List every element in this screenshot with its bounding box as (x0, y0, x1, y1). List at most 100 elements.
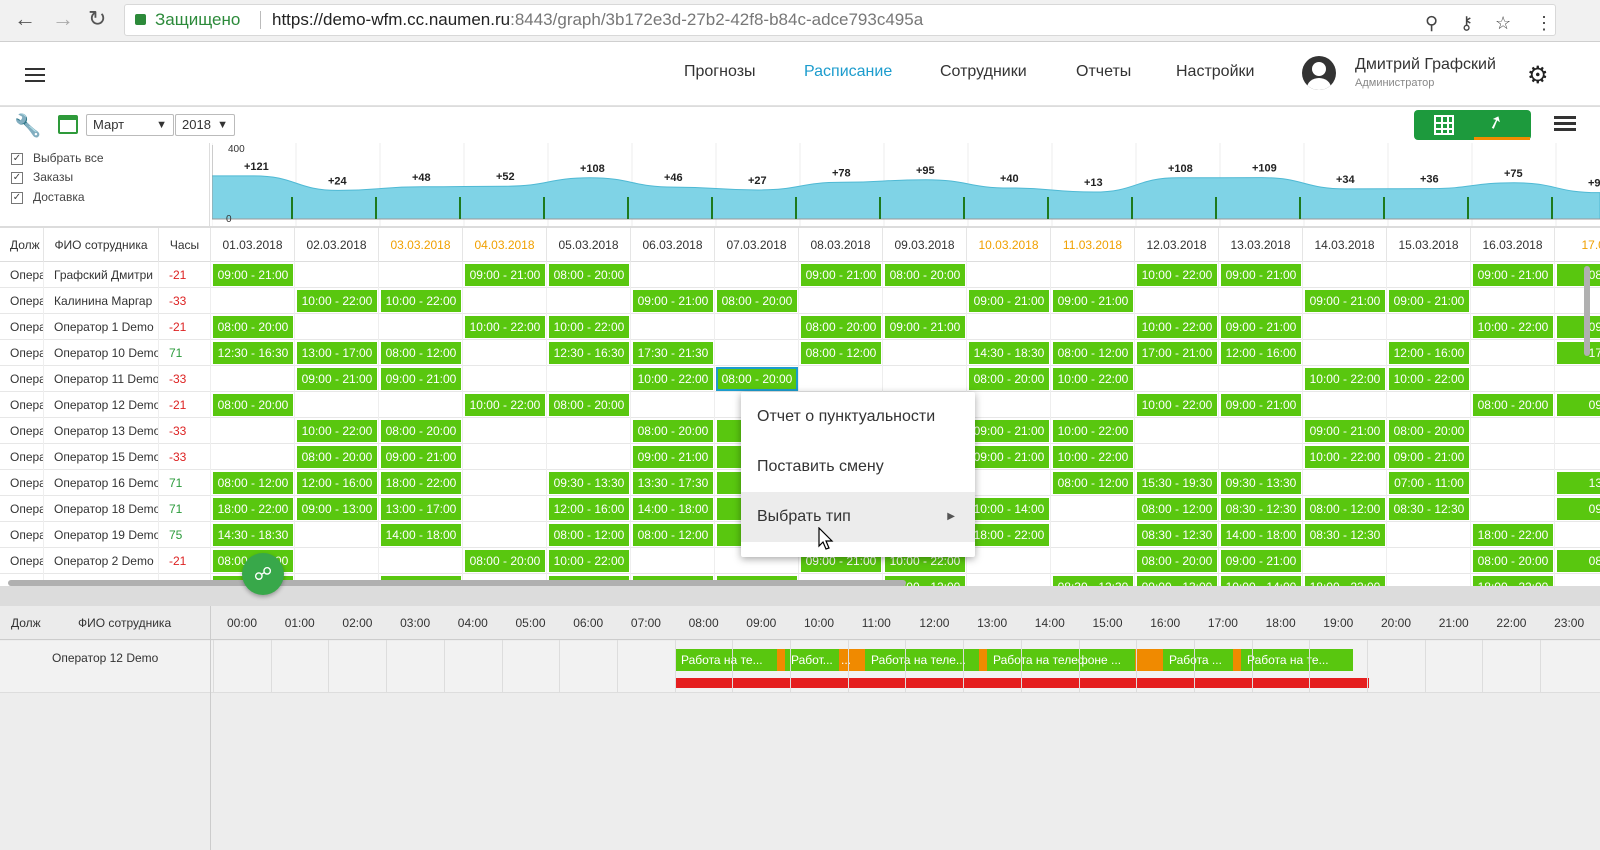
more-icon[interactable]: ⋮ (1535, 8, 1553, 38)
shift-block[interactable]: 08:00 - 12:00 (549, 524, 629, 546)
day-cell[interactable] (1387, 314, 1471, 340)
forward-icon[interactable]: → (52, 8, 74, 30)
day-cell[interactable] (631, 314, 715, 340)
shift-block[interactable]: 08:00 - 20:00 (716, 367, 798, 391)
day-cell[interactable] (967, 392, 1051, 418)
shift-block[interactable]: 08:00 - 20:00 (381, 420, 461, 442)
shift-block[interactable]: 08:00 - 20:00 (1473, 394, 1553, 416)
menu-icon[interactable] (1554, 116, 1576, 134)
shift-block[interactable]: 09:00 - 21:00 (1305, 420, 1385, 442)
day-cell[interactable] (1051, 548, 1135, 574)
shift-block[interactable]: 08:00 - 20:00 (1389, 420, 1469, 442)
shift-block[interactable]: 08:30 - 12:30 (1137, 524, 1217, 546)
day-cell[interactable] (547, 366, 631, 392)
shift-block[interactable]: 10:00 - 22:00 (1305, 446, 1385, 468)
shift-block[interactable]: 14:00 - 18:00 (381, 524, 461, 546)
shift-block[interactable]: 08:00 - 20:00 (717, 290, 797, 312)
shift-block[interactable]: 08:00 - 20:00 (801, 316, 881, 338)
day-cell[interactable] (1303, 548, 1387, 574)
day-cell[interactable] (799, 366, 883, 392)
shift-block[interactable]: 13: (1557, 472, 1600, 494)
shift-block[interactable]: 09:00 - 21:00 (1221, 264, 1301, 286)
day-cell[interactable] (1303, 262, 1387, 288)
shift-block[interactable]: 09:00 - 21:00 (885, 316, 965, 338)
shift-block[interactable]: 08:00 - 12:00 (213, 472, 293, 494)
day-cell[interactable] (463, 418, 547, 444)
day-cell[interactable] (1555, 366, 1600, 392)
day-cell[interactable] (1303, 314, 1387, 340)
nav-settings[interactable]: Настройки (1176, 63, 1254, 81)
day-cell[interactable] (1135, 444, 1219, 470)
key-icon[interactable]: ⚷ (1460, 8, 1473, 38)
shift-block[interactable]: 10:00 - 22:00 (633, 368, 713, 390)
col-hours[interactable]: Часы (159, 228, 211, 262)
shift-block[interactable]: 09:00 - 21:00 (801, 264, 881, 286)
day-cell[interactable] (379, 392, 463, 418)
shift-block[interactable]: 08:30 - 12:30 (1389, 498, 1469, 520)
shift-block[interactable]: 12:30 - 16:30 (213, 342, 293, 364)
shift-block[interactable]: 08:00 - 12:00 (1053, 472, 1133, 494)
share-button[interactable]: ☍ (242, 553, 284, 595)
break-segment[interactable] (979, 649, 987, 671)
shift-block[interactable]: 14:30 - 18:30 (969, 342, 1049, 364)
break-segment[interactable] (1233, 649, 1241, 671)
date-header[interactable]: 17.03 (1555, 228, 1600, 262)
day-cell[interactable] (379, 262, 463, 288)
day-cell[interactable] (547, 418, 631, 444)
day-cell[interactable] (1135, 418, 1219, 444)
shift-block[interactable]: 18:00 - 22:00 (1473, 524, 1553, 546)
shift-block[interactable]: 10:00 - 22:00 (549, 550, 629, 572)
day-cell[interactable] (883, 288, 967, 314)
shift-block[interactable]: 08:00 - 20:00 (885, 264, 965, 286)
day-cell[interactable] (1135, 288, 1219, 314)
break-segment[interactable] (1135, 649, 1163, 671)
user-name[interactable]: Дмитрий Графский (1355, 56, 1496, 74)
date-header[interactable]: 01.03.2018 (211, 228, 295, 262)
shift-block[interactable]: 08:30 - 12:30 (1221, 498, 1301, 520)
work-segment[interactable]: Работа ... (1163, 649, 1233, 671)
shift-block[interactable]: 18:00 - 22:00 (1473, 576, 1553, 586)
day-cell[interactable] (1555, 574, 1600, 586)
day-cell[interactable] (1471, 288, 1555, 314)
shift-block[interactable]: 09:30 - 13:30 (1221, 472, 1301, 494)
shift-block[interactable]: 08:30 - 12:30 (1053, 576, 1133, 586)
day-cell[interactable] (631, 548, 715, 574)
work-segment[interactable]: Работа на телефоне ... (987, 649, 1135, 671)
shift-block[interactable]: 08:00 - 12:00 (801, 342, 881, 364)
day-cell[interactable] (211, 366, 295, 392)
day-cell[interactable] (547, 288, 631, 314)
shift-block[interactable]: 08:00 - 12:00 (1305, 498, 1385, 520)
nav-employees[interactable]: Сотрудники (940, 63, 1027, 81)
shift-block[interactable]: 10:00 - 14:00 (1221, 576, 1301, 586)
filter-delivery[interactable]: ✓ Доставка (11, 190, 231, 204)
address-bar[interactable]: Защищено https://demo-wfm.cc.naumen.ru:8… (124, 4, 1556, 36)
shift-block[interactable]: 08:00 - 12:00 (1053, 342, 1133, 364)
grid-view-icon[interactable] (1434, 115, 1454, 135)
shift-block[interactable]: 09:00 - 21:00 (1053, 290, 1133, 312)
shift-block[interactable]: 18:00 - 22:00 (213, 498, 293, 520)
day-cell[interactable] (463, 288, 547, 314)
day-cell[interactable] (463, 470, 547, 496)
day-cell[interactable] (1387, 548, 1471, 574)
shift-block[interactable]: 09:00 - 21:00 (969, 290, 1049, 312)
date-header[interactable]: 15.03.2018 (1387, 228, 1471, 262)
shift-block[interactable]: 10:00 - 22:00 (381, 290, 461, 312)
day-cell[interactable] (1219, 366, 1303, 392)
shift-block[interactable]: 08:00 - 20:00 (549, 394, 629, 416)
work-segment[interactable]: Работа на те... (675, 649, 777, 671)
shift-block[interactable]: 10:00 - 22:00 (1053, 446, 1133, 468)
shift-block[interactable]: 08:00 - 12:00 (381, 342, 461, 364)
day-cell[interactable] (463, 340, 547, 366)
day-cell[interactable] (1555, 418, 1600, 444)
back-icon[interactable]: ← (14, 8, 36, 30)
shift-block[interactable]: 08:00 - 20:00 (633, 420, 713, 442)
shift-block[interactable]: 09:00 - 21:00 (381, 368, 461, 390)
shift-block[interactable]: 08:00 - 12:00 (1137, 498, 1217, 520)
month-select[interactable]: Март ▼ (86, 114, 174, 136)
date-header[interactable]: 02.03.2018 (295, 228, 379, 262)
shift-block[interactable]: 10:00 - 22:00 (465, 394, 545, 416)
shift-block[interactable]: 18:00 - 22:00 (381, 472, 461, 494)
star-icon[interactable]: ☆ (1495, 8, 1511, 38)
filter-select-all[interactable]: ✓ Выбрать все (11, 151, 231, 165)
calendar-icon[interactable] (58, 115, 78, 134)
